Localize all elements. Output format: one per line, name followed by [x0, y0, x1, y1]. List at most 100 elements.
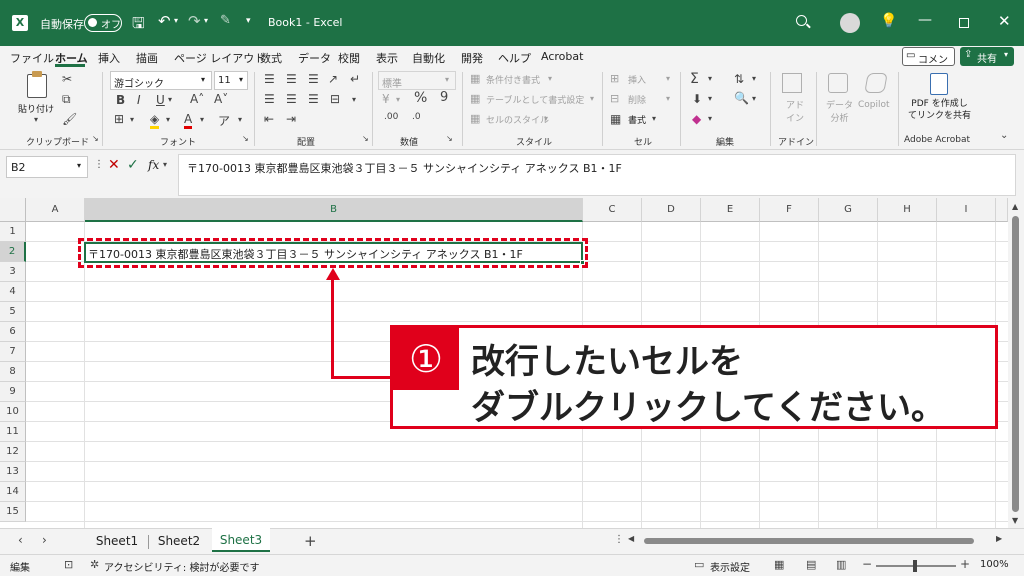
- autosum-icon[interactable]: Σ: [690, 71, 699, 87]
- delete-dropdown-icon[interactable]: ▾: [666, 94, 670, 103]
- increase-font-icon[interactable]: A˄: [190, 92, 204, 106]
- menu-view[interactable]: 表示: [376, 50, 398, 66]
- conditional-dropdown-icon[interactable]: ▾: [548, 74, 552, 83]
- macro-record-icon[interactable]: ⊡: [64, 558, 73, 571]
- maximize-icon[interactable]: [959, 18, 969, 28]
- increase-decimal-icon[interactable]: .00: [384, 112, 398, 122]
- scroll-down-icon[interactable]: ▼: [1012, 516, 1018, 525]
- autosum-dropdown-icon[interactable]: ▾: [708, 74, 712, 83]
- lightbulb-icon[interactable]: 💡: [880, 13, 897, 29]
- menu-data[interactable]: データ: [298, 50, 331, 66]
- vertical-scrollbar[interactable]: ▲ ▼: [1008, 198, 1024, 528]
- undo-icon[interactable]: ↶: [158, 12, 171, 30]
- underline-dropdown-icon[interactable]: ▾: [168, 95, 172, 104]
- cell-style-dropdown-icon[interactable]: ▾: [544, 114, 548, 123]
- phonetic-dropdown-icon[interactable]: ▾: [238, 115, 242, 124]
- copy-icon[interactable]: ⧉: [62, 92, 71, 107]
- row-header-12[interactable]: 12: [0, 442, 26, 462]
- active-sheet-tab[interactable]: Sheet3: [212, 528, 270, 552]
- row-header-7[interactable]: 7: [0, 342, 26, 362]
- copilot-label[interactable]: Copilot: [858, 100, 890, 110]
- accessibility-status[interactable]: アクセシビリティ: 検討が必要です: [104, 559, 259, 574]
- more-options-icon[interactable]: ⋮: [94, 159, 104, 170]
- decrease-indent-icon[interactable]: ⇤: [264, 112, 274, 126]
- row-header-3[interactable]: 3: [0, 262, 26, 282]
- menu-developer[interactable]: 開発: [461, 50, 483, 66]
- redo-dropdown-icon[interactable]: ▾: [204, 16, 208, 25]
- pdf-share-icon[interactable]: [930, 73, 948, 95]
- sheet-tab-2[interactable]: Sheet2: [150, 529, 208, 553]
- save-icon[interactable]: 🖫: [132, 13, 145, 38]
- table-dropdown-icon[interactable]: ▾: [590, 94, 594, 103]
- font-color-dropdown-icon[interactable]: ▾: [200, 115, 204, 124]
- row-header-15[interactable]: 15: [0, 502, 26, 522]
- italic-icon[interactable]: I: [137, 93, 141, 107]
- row-header-14[interactable]: 14: [0, 482, 26, 502]
- clear-icon[interactable]: ◆: [692, 112, 701, 126]
- phonetic-icon[interactable]: ア: [218, 112, 230, 129]
- sheet-options-icon[interactable]: ⋮: [614, 534, 624, 545]
- insert-dropdown-icon[interactable]: ▾: [666, 74, 670, 83]
- zoom-slider-thumb[interactable]: [913, 560, 917, 572]
- border-dropdown-icon[interactable]: ▾: [130, 115, 134, 124]
- format-cells-label[interactable]: 書式: [628, 113, 646, 126]
- sort-filter-icon[interactable]: ⇅: [734, 72, 744, 86]
- find-dropdown-icon[interactable]: ▾: [752, 94, 756, 103]
- decrease-font-icon[interactable]: A˅: [214, 92, 228, 106]
- enter-icon[interactable]: ✓: [127, 157, 139, 173]
- percent-icon[interactable]: %: [414, 90, 427, 106]
- align-top-icon[interactable]: ☰: [264, 72, 275, 86]
- merge-icon[interactable]: ⊟: [330, 92, 340, 106]
- number-format-box[interactable]: 標準 ▾: [378, 71, 456, 90]
- display-settings-icon[interactable]: ▭: [694, 558, 704, 571]
- insert-cells-label[interactable]: 挿入: [628, 73, 646, 86]
- customize-qat-icon[interactable]: ▾: [246, 16, 251, 26]
- row-header-8[interactable]: 8: [0, 362, 26, 382]
- clear-dropdown-icon[interactable]: ▾: [708, 114, 712, 123]
- table-format-label[interactable]: テーブルとして書式設定: [486, 93, 584, 106]
- increase-indent-icon[interactable]: ⇥: [286, 112, 296, 126]
- close-icon[interactable]: ✕: [998, 12, 1011, 30]
- select-all-corner[interactable]: [0, 198, 26, 222]
- comment-button[interactable]: ▭ コメント: [902, 47, 955, 81]
- merge-dropdown-icon[interactable]: ▾: [352, 95, 356, 104]
- column-header-e[interactable]: E: [701, 198, 760, 222]
- page-break-view-icon[interactable]: ▥: [836, 558, 846, 571]
- currency-icon[interactable]: ¥: [382, 92, 390, 106]
- sheet-tab-1[interactable]: Sheet1: [88, 529, 146, 553]
- data-analysis-label[interactable]: データ 分析: [826, 98, 853, 124]
- align-bottom-icon[interactable]: ☰: [308, 72, 319, 86]
- accessibility-icon[interactable]: ✲: [90, 558, 99, 571]
- format-painter-icon[interactable]: 🖌: [62, 112, 77, 126]
- menu-acrobat[interactable]: Acrobat: [541, 50, 583, 63]
- zoom-in-icon[interactable]: +: [960, 557, 970, 571]
- insert-function-icon[interactable]: fx: [148, 158, 159, 172]
- cell-style-icon[interactable]: ▦: [470, 112, 480, 125]
- row-header-9[interactable]: 9: [0, 382, 26, 402]
- addins-icon[interactable]: [782, 73, 802, 93]
- pdf-create-label[interactable]: PDF を作成し てリンクを共有: [908, 98, 971, 122]
- insert-cells-icon[interactable]: ⊞: [610, 72, 619, 85]
- menu-automate[interactable]: 自動化: [412, 50, 445, 66]
- paste-label[interactable]: 貼り付け: [18, 102, 54, 115]
- align-left-icon[interactable]: ☰: [264, 92, 275, 106]
- menu-insert[interactable]: 挿入: [98, 50, 120, 66]
- orientation-icon[interactable]: ↗: [328, 72, 338, 86]
- formula-input[interactable]: 〒170-0013 東京都豊島区東池袋３丁目３－５ サンシャインシティ アネック…: [178, 154, 1016, 196]
- wrap-text-icon[interactable]: ↵: [350, 72, 360, 86]
- align-center-icon[interactable]: ☰: [286, 92, 297, 106]
- minimize-icon[interactable]: —: [918, 12, 932, 28]
- fill-icon[interactable]: ⬇: [692, 92, 702, 106]
- prev-sheet-icon[interactable]: ‹: [18, 533, 23, 547]
- alignment-launcher-icon[interactable]: ↘: [362, 134, 369, 143]
- sort-dropdown-icon[interactable]: ▾: [752, 74, 756, 83]
- collapse-ribbon-icon[interactable]: ⌄: [1000, 130, 1008, 141]
- font-launcher-icon[interactable]: ↘: [242, 134, 249, 143]
- menu-draw[interactable]: 描画: [136, 50, 158, 66]
- addins-label[interactable]: アド イン: [786, 98, 804, 124]
- cut-icon[interactable]: ✂: [62, 72, 72, 86]
- font-name-box[interactable]: 游ゴシック ▾: [110, 71, 212, 90]
- border-icon[interactable]: ⊞: [114, 112, 124, 126]
- align-middle-icon[interactable]: ☰: [286, 72, 297, 86]
- column-header-d[interactable]: D: [642, 198, 701, 222]
